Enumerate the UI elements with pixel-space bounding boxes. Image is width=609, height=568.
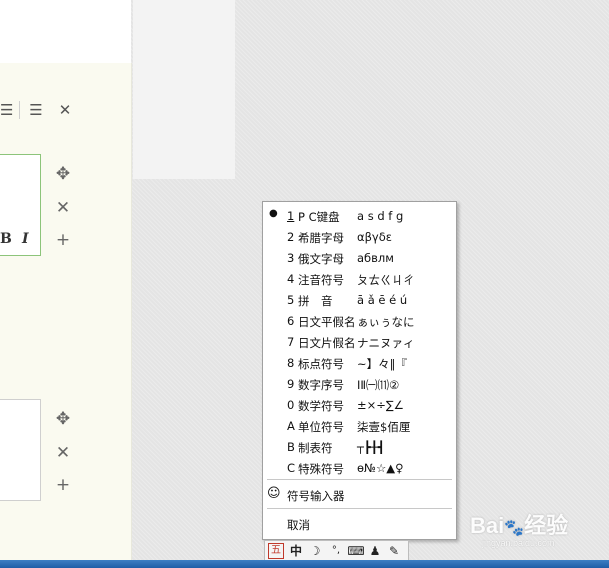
- move-icon[interactable]: ✥: [53, 409, 73, 429]
- menu-item-keyboard-c[interactable]: C 特殊符号 ѳ№☆▲♀: [263, 458, 456, 478]
- selected-bullet-icon: ●: [269, 208, 278, 219]
- menu-item-label: 特殊符号: [298, 462, 344, 476]
- add-icon[interactable]: +: [53, 230, 73, 250]
- move-icon[interactable]: ✥: [53, 164, 73, 184]
- menu-item-label: P C键盘: [298, 210, 340, 224]
- menu-item-sample: ぁぃぅなに: [357, 315, 415, 329]
- menu-item-sample: a s d f g: [357, 209, 404, 223]
- close-icon[interactable]: ✕: [56, 101, 74, 119]
- menu-item-label: 数字序号: [298, 378, 344, 392]
- soft-keyboard-menu: ● 1 P C键盘 a s d f g 2 希腊字母 αβγδε 3 俄文字母 абвлм 4 注音符…: [262, 201, 457, 540]
- taskbar: [0, 560, 609, 568]
- menu-item-number: 4: [287, 272, 295, 286]
- menu-item-sample: ±×÷∑∠: [357, 398, 404, 412]
- menu-item-number: 1: [287, 209, 295, 223]
- italic-button[interactable]: I: [22, 231, 29, 247]
- menu-item-number: 8: [287, 356, 295, 370]
- delete-icon[interactable]: ✕: [53, 443, 73, 463]
- align-icon[interactable]: ☰: [0, 101, 13, 119]
- menu-item-label: 日文片假名: [298, 336, 356, 350]
- text-block-1[interactable]: B I: [0, 154, 41, 256]
- menu-item-keyboard-4[interactable]: 4 注音符号 ㄆㄊㄍㄐㄔ: [263, 269, 456, 289]
- menu-item-label: 取消: [287, 518, 310, 532]
- watermark-logo: Bai🐾经验: [470, 513, 569, 538]
- menu-item-number: 3: [287, 251, 295, 265]
- menu-item-keyboard-9[interactable]: 9 数字序号 ⅠⅡ㈠⑾②: [263, 374, 456, 394]
- menu-item-label: 符号输入器: [287, 489, 345, 503]
- list-icon[interactable]: ☰: [27, 101, 45, 119]
- delete-icon[interactable]: ✕: [53, 198, 73, 218]
- menu-item-keyboard-8[interactable]: 8 标点符号 ~】々‖『: [263, 353, 456, 373]
- menu-item-label: 希腊字母: [298, 231, 344, 245]
- toolbar-divider: [19, 101, 20, 119]
- menu-item-keyboard-b[interactable]: B 制表符 ┬┣╂┫: [263, 437, 456, 457]
- menu-item-number: 5: [287, 293, 295, 307]
- editor-header-area: [0, 0, 131, 63]
- add-icon[interactable]: +: [53, 475, 73, 495]
- menu-item-sample: ㄆㄊㄍㄐㄔ: [357, 273, 415, 287]
- text-block-2[interactable]: [0, 399, 41, 501]
- menu-item-sample: 柒壹$佰厘: [357, 420, 411, 434]
- baidu-jingyan-watermark: Bai🐾经验 jingyan.baidu.com: [470, 502, 605, 552]
- menu-item-label: 日文平假名: [298, 315, 356, 329]
- menu-item-sample: αβγδε: [357, 230, 392, 244]
- watermark-url: jingyan.baidu.com: [482, 538, 555, 548]
- menu-item-number: A: [287, 419, 295, 433]
- menu-item-sample: ┬┣╂┫: [357, 440, 385, 454]
- menu-item-label: 数学符号: [298, 399, 344, 413]
- user-icon[interactable]: ♟: [367, 543, 383, 559]
- menu-item-keyboard-7[interactable]: 7 日文片假名 ナニヌァィ: [263, 332, 456, 352]
- menu-item-number: 6: [287, 314, 295, 328]
- menu-item-sample: ѳ№☆▲♀: [357, 461, 404, 475]
- menu-item-keyboard-2[interactable]: 2 希腊字母 αβγδε: [263, 227, 456, 247]
- menu-item-number: 2: [287, 230, 295, 244]
- menu-item-sample: ā ǎ ē é ú: [357, 293, 408, 307]
- menu-item-sample: ~】々‖『: [357, 357, 407, 371]
- menu-item-label: 单位符号: [298, 420, 344, 434]
- menu-divider: [267, 479, 452, 480]
- half-width-icon[interactable]: ☽: [307, 543, 323, 559]
- menu-item-label: 标点符号: [298, 357, 344, 371]
- menu-item-keyboard-6[interactable]: 6 日文平假名 ぁぃぅなに: [263, 311, 456, 331]
- menu-item-number: 9: [287, 377, 295, 391]
- soft-keyboard-icon[interactable]: ⌨: [347, 543, 365, 559]
- smiley-icon: ☺: [267, 486, 281, 501]
- ime-mode-button[interactable]: 五: [268, 543, 284, 559]
- menu-item-number: B: [287, 440, 295, 454]
- menu-item-keyboard-3[interactable]: 3 俄文字母 абвлм: [263, 248, 456, 268]
- menu-item-keyboard-a[interactable]: A 单位符号 柒壹$佰厘: [263, 416, 456, 436]
- menu-item-keyboard-1[interactable]: ● 1 P C键盘 a s d f g: [263, 206, 456, 226]
- paw-icon: 🐾: [504, 520, 525, 537]
- menu-item-keyboard-5[interactable]: 5拼 音 ā ǎ ē é ú: [263, 290, 456, 310]
- menu-item-label: 制表符: [298, 441, 333, 455]
- punctuation-icon[interactable]: °,: [327, 543, 345, 559]
- menu-item-number: 7: [287, 335, 295, 349]
- menu-item-sample: абвлм: [357, 251, 394, 265]
- settings-wrench-icon[interactable]: ✎: [385, 543, 403, 559]
- bold-button[interactable]: B: [0, 231, 12, 247]
- side-content-panel: [133, 0, 235, 179]
- menu-item-label: 俄文字母: [298, 252, 344, 266]
- menu-divider: [267, 508, 452, 509]
- menu-item-sample: ナニヌァィ: [357, 336, 415, 350]
- menu-item-sample: ⅠⅡ㈠⑾②: [357, 378, 400, 392]
- menu-item-label: 注音符号: [298, 273, 344, 287]
- menu-item-keyboard-0[interactable]: 0 数学符号 ±×÷∑∠: [263, 395, 456, 415]
- menu-item-cancel[interactable]: 取消: [263, 514, 456, 534]
- ime-status-bar: 五 中 ☽ °, ⌨ ♟ ✎: [264, 540, 409, 562]
- ime-lang-toggle[interactable]: 中: [288, 543, 304, 559]
- menu-item-label: 拼 音: [298, 294, 333, 308]
- menu-item-symbol-input[interactable]: ☺ 符号输入器: [263, 485, 456, 505]
- menu-item-number: C: [287, 461, 296, 475]
- menu-item-number: 0: [287, 398, 295, 412]
